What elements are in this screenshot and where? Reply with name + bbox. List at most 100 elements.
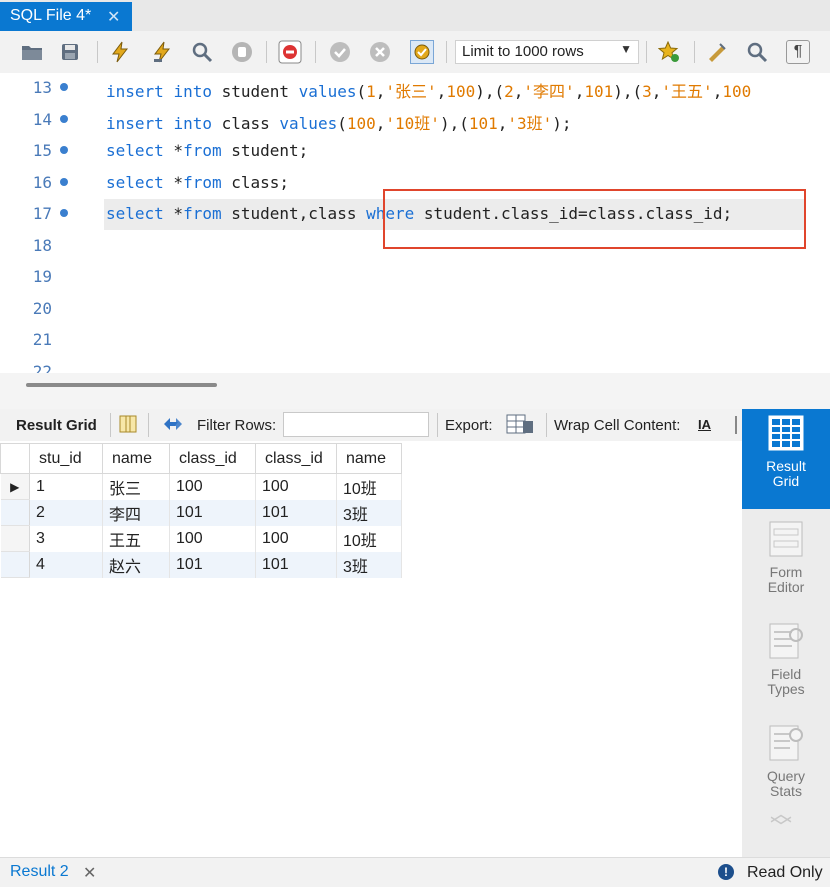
cell[interactable]: 赵六 (102, 551, 170, 578)
column-header-class-id[interactable]: class_id (169, 443, 256, 474)
cell[interactable]: 10班 (336, 525, 402, 552)
line-number: 18 (32, 235, 52, 255)
table-row[interactable]: 3 王五 100 100 10班 (0, 525, 402, 552)
invisible-chars-icon[interactable]: ¶ (786, 40, 810, 64)
result-grid-line1: Result (766, 458, 806, 474)
line-number: 17 (32, 204, 52, 223)
sql-keyword: into (173, 82, 212, 101)
editor-line[interactable]: 19 (0, 262, 830, 293)
cell[interactable]: 李四 (102, 499, 170, 526)
cell[interactable]: 1 (29, 473, 103, 500)
autocommit-icon[interactable] (410, 40, 434, 64)
statement-marker-icon (60, 83, 68, 91)
statement-marker-icon (60, 209, 68, 217)
rollback-icon[interactable] (368, 40, 392, 64)
row-header[interactable] (0, 525, 30, 552)
execute-icon[interactable] (108, 40, 132, 64)
result-grid-label[interactable]: Result Grid (16, 417, 97, 434)
column-header-class-id-2[interactable]: class_id (255, 443, 337, 474)
field-types-icon (769, 623, 803, 659)
sql-keyword: insert (106, 113, 164, 133)
sql-text: , (436, 82, 447, 101)
cell[interactable]: 王五 (102, 525, 170, 552)
cell[interactable]: 100 (255, 525, 337, 552)
sql-editor[interactable]: 13 insert into student values(1,'张三',100)… (0, 73, 830, 373)
cell[interactable]: 100 (255, 473, 337, 500)
tab-sql-file-4[interactable]: SQL File 4* ✕ (0, 2, 132, 31)
stop-icon[interactable] (230, 40, 254, 64)
sql-text: ); (552, 113, 572, 133)
table-row[interactable]: 2 李四 101 101 3班 (0, 499, 402, 526)
sql-text: , (574, 82, 585, 101)
horizontal-scrollbar[interactable] (26, 383, 217, 387)
result-tab-close-icon[interactable]: ✕ (83, 863, 96, 883)
find-icon[interactable] (745, 40, 769, 64)
sql-keyword: values (279, 113, 338, 133)
column-layout-icon[interactable] (118, 414, 138, 438)
execute-current-icon[interactable] (150, 40, 174, 64)
sql-literal: '王五' (661, 82, 713, 101)
cell[interactable]: 2 (29, 499, 103, 526)
result-grid: stu_id name class_id class_id name ▶ 1 张… (0, 443, 402, 578)
cell[interactable]: 3班 (336, 499, 402, 526)
column-header-stu-id[interactable]: stu_id (29, 443, 103, 474)
cell[interactable]: 3班 (336, 551, 402, 578)
editor-line[interactable]: 22 (0, 357, 830, 374)
line-number: 15 (32, 141, 52, 160)
chevron-down-icon: ▼ (620, 42, 632, 56)
sql-literal: 101 (584, 82, 614, 101)
sql-keyword: select (106, 204, 164, 223)
save-icon[interactable] (58, 40, 82, 64)
sql-text: , (375, 113, 386, 133)
cell[interactable]: 4 (29, 551, 103, 578)
editor-line[interactable]: 21 (0, 325, 830, 356)
query-stats-panel-button[interactable]: Query Stats (742, 723, 830, 799)
sql-keyword: values (298, 82, 357, 101)
open-folder-icon[interactable] (20, 40, 44, 64)
editor-scroll-area (0, 373, 830, 409)
filter-rows-input[interactable] (283, 412, 429, 437)
tab-close-icon[interactable]: ✕ (107, 7, 120, 27)
cell[interactable]: 100 (169, 473, 256, 500)
result-toolbar: Result Grid Filter Rows: Export: Wrap Ce… (0, 409, 742, 441)
sql-text: * (163, 204, 184, 223)
row-header[interactable] (0, 499, 30, 526)
chevron-up-down-icon[interactable]: ︿ ﹀ (770, 803, 792, 839)
result-grid-panel-button[interactable]: Result Grid (742, 409, 830, 509)
column-header-name[interactable]: name (102, 443, 170, 474)
export-label: Export: (445, 417, 493, 434)
editor-line[interactable]: 15 select *from student; (0, 136, 830, 167)
cell[interactable]: 101 (255, 499, 337, 526)
field-types-panel-button[interactable]: Field Types (742, 621, 830, 697)
result-tab-label[interactable]: Result 2 (10, 863, 69, 881)
row-header[interactable] (0, 551, 30, 578)
cell[interactable]: 101 (169, 499, 256, 526)
column-header-name-2[interactable]: name (336, 443, 402, 474)
sql-keyword: from (183, 141, 222, 160)
toggle-error-icon[interactable] (278, 40, 302, 64)
cell[interactable]: 101 (169, 551, 256, 578)
export-icon[interactable] (506, 413, 534, 439)
cell[interactable]: 100 (169, 525, 256, 552)
row-header-corner (0, 443, 30, 474)
form-editor-panel-button[interactable]: Form Editor (742, 519, 830, 595)
commit-icon[interactable] (328, 40, 352, 64)
editor-line[interactable]: 20 (0, 294, 830, 325)
table-row[interactable]: ▶ 1 张三 100 100 10班 (0, 473, 402, 500)
editor-line[interactable]: 13 insert into student values(1,'张三',100)… (0, 73, 830, 104)
line-number: 19 (32, 267, 52, 286)
explain-icon[interactable] (190, 40, 214, 64)
add-snippet-icon[interactable] (657, 40, 681, 64)
cell[interactable]: 3 (29, 525, 103, 552)
sql-literal: 100 (346, 113, 376, 133)
cell[interactable]: 张三 (102, 473, 170, 500)
cell[interactable]: 101 (255, 551, 337, 578)
editor-line[interactable]: 14 insert into class values(100,'10班'),(1… (0, 105, 830, 136)
limit-rows-select[interactable]: Limit to 1000 rows ▼ (455, 40, 639, 64)
beautify-icon[interactable] (705, 40, 729, 64)
wrap-cell-icon[interactable]: IA (698, 417, 711, 432)
refresh-icon[interactable] (160, 414, 186, 438)
table-row[interactable]: 4 赵六 101 101 3班 (0, 551, 402, 578)
cell[interactable]: 10班 (336, 473, 402, 500)
sql-text: , (497, 113, 508, 133)
